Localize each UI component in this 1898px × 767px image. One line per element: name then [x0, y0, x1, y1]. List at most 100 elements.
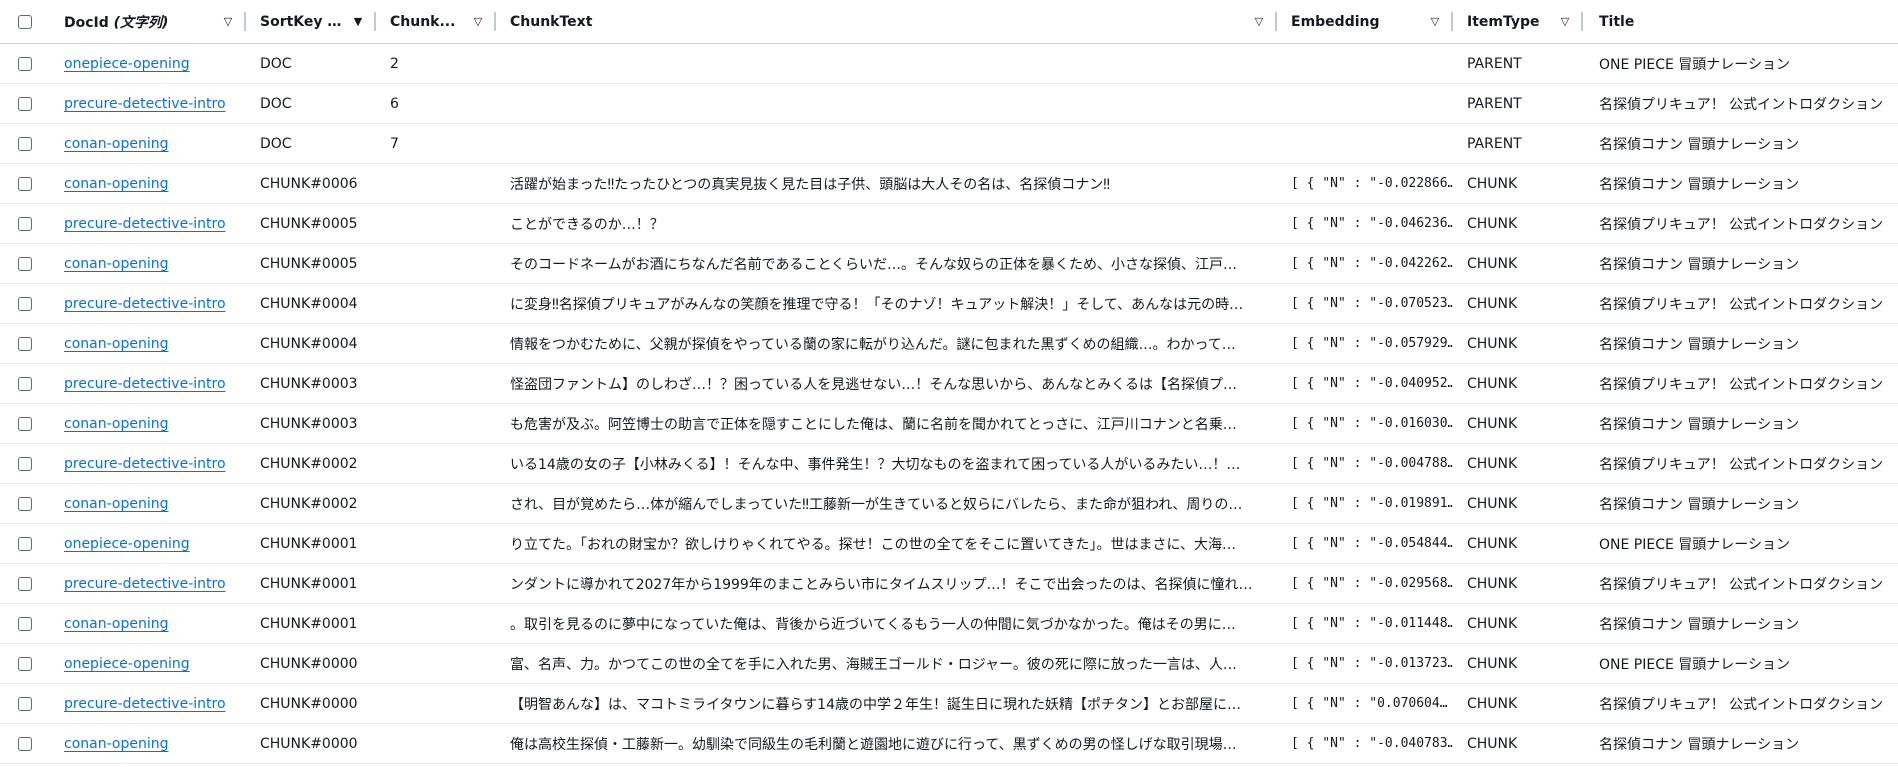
row-checkbox[interactable] [18, 496, 32, 511]
chunktext-value: 情報をつかむために、父親が探偵をやっている蘭の家に転がり込んだ。謎に包まれた黒ず… [510, 336, 1236, 353]
table-body: onepiece-opening DOC 2 PARENT ONE PIECE 冒頭ナレ… [0, 44, 1898, 764]
row-checkbox[interactable] [18, 536, 32, 551]
row-checkbox[interactable] [18, 416, 32, 431]
table-row[interactable]: conan-opening CHUNK#0003 も危害が及ぶ。阿笠博士の助言で正体… [0, 404, 1898, 444]
row-checkbox[interactable] [18, 376, 32, 391]
docid-link[interactable]: conan-opening [64, 176, 169, 192]
row-checkbox[interactable] [18, 136, 32, 151]
row-checkbox[interactable] [18, 696, 32, 711]
row-checkbox[interactable] [18, 576, 32, 591]
cell-chunktext [496, 84, 1277, 123]
docid-link[interactable]: precure-detective-intro [64, 696, 226, 712]
sort-icon[interactable]: ▽ [472, 15, 484, 28]
cell-title: 名探偵コナン 冒頭ナレーション [1599, 176, 1800, 193]
row-select-cell [0, 124, 50, 163]
docid-link[interactable]: onepiece-opening [64, 656, 190, 672]
cell-docid: conan-opening [50, 724, 246, 763]
table-row[interactable]: onepiece-opening CHUNK#0001 り立てた。｢おれの財宝か？欲… [0, 524, 1898, 564]
cell-chunktext: 。取引を見るのに夢中になっていた俺は、背後から近づいてくるもう一人の仲間に気づか… [496, 604, 1277, 643]
row-checkbox[interactable] [18, 176, 32, 191]
column-header-embedding[interactable]: Embedding ▽ [1277, 0, 1453, 43]
table-row[interactable]: conan-opening CHUNK#0006 活躍が始まった‼たったひとつの真実… [0, 164, 1898, 204]
docid-link[interactable]: conan-opening [64, 616, 169, 632]
table-row[interactable]: precure-detective-intro DOC 6 PARENT 名探偵プリキュ… [0, 84, 1898, 124]
row-select-cell [0, 204, 50, 243]
column-label-chunktext: ChunkText [510, 13, 593, 30]
row-select-cell [0, 524, 50, 563]
docid-link[interactable]: precure-detective-intro [64, 376, 226, 392]
cell-chunktext: そのコードネームがお酒にちなんだ名前であることくらいだ…。そんな奴らの正体を暴く… [496, 244, 1277, 283]
cell-chunktext [496, 44, 1277, 83]
row-checkbox[interactable] [18, 296, 32, 311]
docid-link[interactable]: conan-opening [64, 256, 169, 272]
cell-docid: precure-detective-intro [50, 444, 246, 483]
row-checkbox[interactable] [18, 656, 32, 671]
row-select-cell [0, 44, 50, 83]
table-row[interactable]: conan-opening DOC 7 PARENT 名探偵コナン 冒頭ナレーション [0, 124, 1898, 164]
sort-icon[interactable]: ▽ [1429, 15, 1441, 28]
sort-icon[interactable]: ▽ [1253, 15, 1265, 28]
cell-chunktext [496, 124, 1277, 163]
sort-icon[interactable]: ▼ [352, 15, 364, 28]
column-header-chunktext[interactable]: ChunkText ▽ [496, 0, 1277, 43]
docid-link[interactable]: conan-opening [64, 336, 169, 352]
items-table: DocId (文字列) ▽ SortKey (... ▼ Chunk... ▽ … [0, 0, 1898, 764]
cell-chunk [376, 324, 496, 363]
docid-link[interactable]: precure-detective-intro [64, 96, 226, 112]
row-checkbox[interactable] [18, 616, 32, 631]
table-row[interactable]: conan-opening CHUNK#0004 情報をつかむために、父親が探偵をや… [0, 324, 1898, 364]
cell-chunk [376, 684, 496, 723]
cell-chunk: 6 [390, 95, 399, 112]
column-header-chunk[interactable]: Chunk... ▽ [376, 0, 496, 43]
chunktext-value: 【明智あんな】は、マコトミライタウンに暮らす14歳の中学２年生！誕生日に現れた妖… [510, 696, 1241, 713]
cell-embedding: [ { "N" : "-0.070523… [1291, 296, 1453, 311]
table-header: DocId (文字列) ▽ SortKey (... ▼ Chunk... ▽ … [0, 0, 1898, 44]
column-header-itemtype[interactable]: ItemType ▽ [1453, 0, 1583, 43]
sort-icon[interactable]: ▽ [1559, 15, 1571, 28]
sort-icon[interactable]: ▽ [222, 15, 234, 28]
row-checkbox[interactable] [18, 256, 32, 271]
table-row[interactable]: precure-detective-intro CHUNK#0001 ンダントに導か… [0, 564, 1898, 604]
table-row[interactable]: conan-opening CHUNK#0000 俺は高校生探偵・工藤新一。幼馴染で… [0, 724, 1898, 764]
docid-link[interactable]: precure-detective-intro [64, 576, 226, 592]
row-checkbox[interactable] [18, 336, 32, 351]
docid-link[interactable]: conan-opening [64, 736, 169, 752]
row-select-cell [0, 404, 50, 443]
cell-embedding: [ { "N" : "-0.004788… [1291, 456, 1453, 471]
table-row[interactable]: conan-opening CHUNK#0005 そのコードネームがお酒にちなんだ名… [0, 244, 1898, 284]
table-row[interactable]: onepiece-opening CHUNK#0000 富、名声、力。かつてこの世の… [0, 644, 1898, 684]
docid-link[interactable]: precure-detective-intro [64, 456, 226, 472]
docid-link[interactable]: conan-opening [64, 136, 169, 152]
column-header-docid[interactable]: DocId (文字列) ▽ [50, 0, 246, 43]
table-row[interactable]: onepiece-opening DOC 2 PARENT ONE PIECE 冒頭ナレ… [0, 44, 1898, 84]
table-row[interactable]: conan-opening CHUNK#0002 され、目が覚めたら…体が縮んでしま… [0, 484, 1898, 524]
table-row[interactable]: precure-detective-intro CHUNK#0004 に変身‼名探偵… [0, 284, 1898, 324]
row-checkbox[interactable] [18, 96, 32, 111]
docid-link[interactable]: precure-detective-intro [64, 216, 226, 232]
column-header-title[interactable]: Title [1583, 0, 1898, 43]
table-row[interactable]: precure-detective-intro CHUNK#0005 ことができるの… [0, 204, 1898, 244]
cell-sortkey: CHUNK#0001 [260, 575, 358, 592]
cell-itemtype: CHUNK [1467, 535, 1518, 552]
docid-link[interactable]: onepiece-opening [64, 56, 190, 72]
table-row[interactable]: precure-detective-intro CHUNK#0002 いる14歳の女… [0, 444, 1898, 484]
docid-link[interactable]: conan-opening [64, 416, 169, 432]
cell-sortkey: CHUNK#0004 [260, 335, 358, 352]
select-all-checkbox[interactable] [18, 14, 32, 29]
row-checkbox[interactable] [18, 736, 32, 751]
cell-itemtype: CHUNK [1467, 175, 1518, 192]
docid-link[interactable]: conan-opening [64, 496, 169, 512]
cell-itemtype: CHUNK [1467, 295, 1518, 312]
chunktext-value: 怪盗団ファントム】のしわざ…！？困っている人を見逃せない…！そんな思いから、あん… [510, 376, 1238, 393]
row-checkbox[interactable] [18, 56, 32, 71]
cell-sortkey: CHUNK#0003 [260, 375, 358, 392]
cell-docid: onepiece-opening [50, 524, 246, 563]
table-row[interactable]: precure-detective-intro CHUNK#0000 【明智あんな】… [0, 684, 1898, 724]
docid-link[interactable]: precure-detective-intro [64, 296, 226, 312]
row-checkbox[interactable] [18, 216, 32, 231]
column-header-sortkey[interactable]: SortKey (... ▼ [246, 0, 376, 43]
table-row[interactable]: precure-detective-intro CHUNK#0003 怪盗団ファント… [0, 364, 1898, 404]
table-row[interactable]: conan-opening CHUNK#0001 。取引を見るのに夢中になっていた俺… [0, 604, 1898, 644]
row-checkbox[interactable] [18, 456, 32, 471]
docid-link[interactable]: onepiece-opening [64, 536, 190, 552]
